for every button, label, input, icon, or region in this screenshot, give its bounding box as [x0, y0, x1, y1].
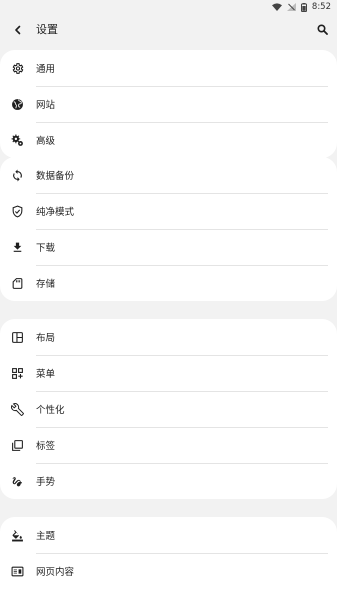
- settings-group-data: 数据备份 纯净模式 下载 存储: [0, 157, 337, 301]
- settings-item-web-content[interactable]: 网页内容: [0, 553, 337, 589]
- settings-item-label: 高级: [36, 136, 56, 147]
- settings-item-pure-mode[interactable]: 纯净模式: [0, 193, 337, 229]
- sync-icon: [10, 168, 24, 182]
- settings-item-label: 个性化: [36, 405, 65, 416]
- settings-group-appearance: 布局 菜单 个性化 标签 手势: [0, 319, 337, 499]
- settings-item-general[interactable]: 通用: [0, 50, 337, 86]
- chevron-left-icon: [13, 20, 23, 39]
- settings-item-storage[interactable]: 存储: [0, 265, 337, 301]
- gesture-icon: [10, 474, 24, 488]
- settings-item-advanced[interactable]: 高级: [0, 122, 337, 158]
- settings-item-label: 通用: [36, 64, 56, 75]
- settings-item-menu[interactable]: 菜单: [0, 355, 337, 391]
- settings-group-general: 通用 网站 高级: [0, 50, 337, 158]
- settings-item-label: 标签: [36, 441, 56, 452]
- battery-icon: [300, 2, 307, 12]
- search-button[interactable]: [312, 19, 332, 39]
- tabs-icon: [10, 438, 24, 452]
- settings-item-label: 数据备份: [36, 171, 75, 182]
- page-title: 设置: [36, 23, 58, 36]
- settings-item-label: 菜单: [36, 369, 56, 380]
- settings-item-label: 下载: [36, 243, 56, 254]
- settings-item-download[interactable]: 下载: [0, 229, 337, 265]
- settings-item-label: 手势: [36, 477, 56, 488]
- paint-bucket-icon: [10, 528, 24, 542]
- settings-item-backup[interactable]: 数据备份: [0, 157, 337, 193]
- qr-grid-icon: [10, 366, 24, 380]
- settings-item-personalize[interactable]: 个性化: [0, 391, 337, 427]
- settings-item-gestures[interactable]: 手势: [0, 463, 337, 499]
- download-icon: [10, 240, 24, 254]
- status-bar: 8:52: [0, 0, 337, 14]
- sd-card-icon: [10, 276, 24, 290]
- settings-item-layout[interactable]: 布局: [0, 319, 337, 355]
- web-content-icon: [10, 564, 24, 578]
- settings-item-theme[interactable]: 主题: [0, 517, 337, 553]
- settings-item-websites[interactable]: 网站: [0, 86, 337, 122]
- globe-icon: [10, 97, 24, 111]
- gears-icon: [10, 133, 24, 147]
- signal-icon: [286, 3, 296, 11]
- settings-item-label: 主题: [36, 531, 56, 542]
- status-time: 8:52: [311, 2, 331, 12]
- settings-item-label: 存储: [36, 279, 56, 290]
- wrench-icon: [10, 402, 24, 416]
- search-icon: [316, 20, 328, 39]
- app-bar: 设置: [0, 14, 337, 44]
- settings-item-label: 纯净模式: [36, 207, 75, 218]
- shield-check-icon: [10, 204, 24, 218]
- settings-item-label: 布局: [36, 333, 56, 344]
- wifi-icon: [271, 3, 282, 11]
- gear-icon: [10, 61, 24, 75]
- layout-icon: [10, 330, 24, 344]
- back-button[interactable]: [7, 18, 29, 40]
- settings-item-label: 网站: [36, 100, 56, 111]
- settings-group-display: 主题 网页内容: [0, 517, 337, 600]
- settings-item-label: 网页内容: [36, 567, 75, 578]
- settings-item-tabs[interactable]: 标签: [0, 427, 337, 463]
